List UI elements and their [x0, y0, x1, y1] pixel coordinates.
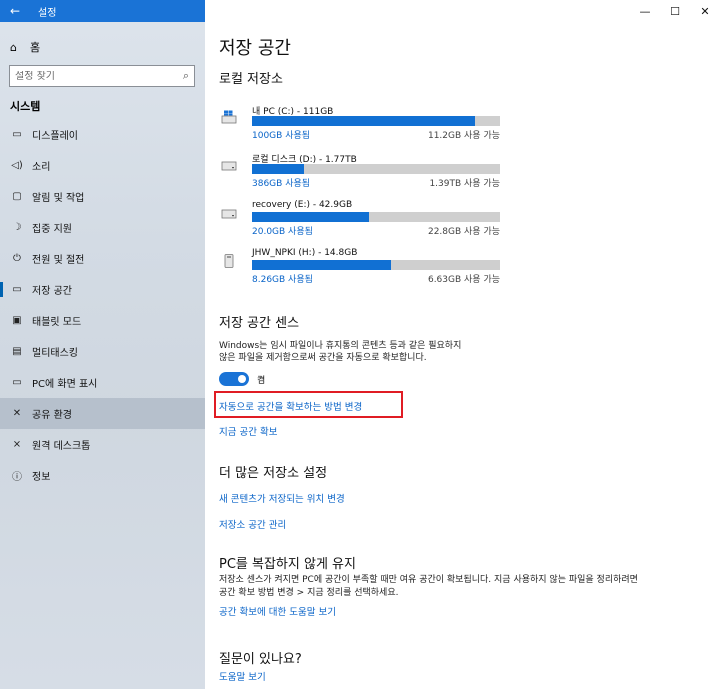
sidebar-item-label: PC에 화면 표시 [32, 379, 98, 390]
change-auto-free-link[interactable]: 자동으로 공간을 확보하는 방법 변경 [219, 399, 362, 413]
sidebar-item-display[interactable]: ▭ 디스플레이 [0, 119, 205, 150]
multitasking-icon: ▤ [12, 346, 22, 357]
info-icon: ⓘ [12, 472, 22, 483]
hard-drive-icon [221, 161, 237, 171]
maximize-button[interactable]: ☐ [660, 0, 690, 22]
search-input[interactable] [15, 70, 183, 82]
drive-c[interactable]: 내 PC (C:) - 111GB 100GB 사용됨 11.2GB 사용 가능 [221, 104, 511, 144]
sidebar-item-multitasking[interactable]: ▤ 멀티태스킹 [0, 336, 205, 367]
storage-sense-description-line2: 않은 파일을 제거함으로써 공간을 자동으로 확보합니다. [219, 353, 427, 363]
tablet-icon: ▣ [12, 315, 22, 326]
drive-free: 22.8GB 사용 가능 [427, 227, 500, 237]
drive-name: recovery (E:) - 42.9GB [252, 200, 353, 210]
main-content: 저장 공간 로컬 저장소 내 PC (C:) - 111GB 100GB 사용됨… [205, 22, 720, 689]
sidebar-item-label: 태블릿 모드 [32, 317, 82, 328]
focus-assist-icon: ☽ [12, 222, 22, 233]
drive-name: JHW_NPKI (H:) - 14.8GB [252, 248, 358, 258]
drive-used[interactable]: 20.0GB 사용됨 [252, 224, 313, 237]
sidebar: ← 설정 ⌂ 홈 ⌕ 시스템 ▭ 디스플레이 ◁) 소리 ▢ 알림 및 작업 ☽… [0, 0, 205, 689]
search-box[interactable]: ⌕ [9, 65, 195, 87]
app-title: 설정 [38, 7, 57, 19]
search-icon[interactable]: ⌕ [183, 69, 189, 83]
sidebar-item-label: 디스플레이 [32, 131, 78, 142]
page-title: 저장 공간 [219, 38, 291, 59]
drive-usage-bar [252, 164, 500, 174]
sidebar-item-home[interactable]: ⌂ 홈 [0, 36, 205, 58]
drive-usage-bar [252, 116, 500, 126]
notifications-icon: ▢ [12, 191, 22, 202]
toggle-state-label: 켬 [257, 376, 266, 386]
sidebar-item-about[interactable]: ⓘ 정보 [0, 460, 205, 491]
question-heading: 질문이 있나요? [219, 652, 302, 667]
drive-used[interactable]: 8.26GB 사용됨 [252, 272, 313, 285]
drive-free: 11.2GB 사용 가능 [427, 131, 500, 141]
sidebar-item-storage[interactable]: ▭ 저장 공간 [0, 274, 205, 305]
sidebar-item-focus-assist[interactable]: ☽ 집중 지원 [0, 212, 205, 243]
windows-drive-icon [221, 110, 237, 124]
storage-sense-toggle[interactable] [219, 372, 249, 386]
sidebar-item-label: 정보 [32, 472, 51, 483]
drive-usage-fill [252, 260, 391, 270]
sidebar-item-tablet-mode[interactable]: ▣ 태블릿 모드 [0, 305, 205, 336]
drive-usage-bar [252, 212, 500, 222]
manage-storage-spaces-link[interactable]: 저장소 공간 관리 [219, 517, 286, 531]
help-free-space-link[interactable]: 공간 확보에 대한 도움말 보기 [219, 604, 336, 618]
drive-usage-bar [252, 260, 500, 270]
sidebar-item-shared-experiences[interactable]: ✕ 공유 환경 [0, 398, 205, 429]
sidebar-item-label: 공유 환경 [32, 410, 72, 421]
usb-drive-icon [224, 254, 234, 268]
drive-usage-fill [252, 164, 305, 174]
storage-sense-heading: 저장 공간 센스 [219, 316, 300, 331]
back-arrow-icon[interactable]: ← [0, 0, 30, 22]
drive-h[interactable]: JHW_NPKI (H:) - 14.8GB 8.26GB 사용됨 6.63GB… [221, 248, 511, 288]
sidebar-item-label: 저장 공간 [32, 286, 72, 297]
shared-experiences-icon: ✕ [12, 408, 22, 419]
drive-free: 6.63GB 사용 가능 [427, 275, 500, 285]
sidebar-nav: ▭ 디스플레이 ◁) 소리 ▢ 알림 및 작업 ☽ 집중 지원 ⏻ 전원 및 절… [0, 119, 205, 491]
close-button[interactable]: ✕ [690, 0, 720, 22]
storage-icon: ▭ [12, 284, 22, 295]
local-storage-heading: 로컬 저장소 [219, 72, 283, 87]
home-label: 홈 [30, 41, 41, 54]
sidebar-item-label: 알림 및 작업 [32, 193, 85, 204]
title-bar: ← 설정 [0, 0, 205, 22]
change-save-location-link[interactable]: 새 콘텐츠가 저장되는 위치 변경 [219, 491, 345, 505]
drive-d[interactable]: 로컬 디스크 (D:) - 1.77TB 386GB 사용됨 1.39TB 사용… [221, 152, 511, 192]
sidebar-item-label: 멀티태스킹 [32, 348, 78, 359]
free-space-now-link[interactable]: 지금 공간 확보 [219, 424, 277, 438]
get-help-link[interactable]: 도움말 보기 [219, 669, 266, 683]
storage-sense-description-line1: Windows는 임시 파일이나 휴지통의 콘텐츠 등과 같은 필요하지 [219, 341, 462, 351]
power-icon: ⏻ [13, 253, 21, 264]
sidebar-item-label: 원격 데스크톱 [32, 441, 91, 452]
project-icon: ▭ [12, 377, 22, 388]
more-storage-settings-heading: 더 많은 저장소 설정 [219, 466, 328, 481]
sidebar-item-remote-desktop[interactable]: ⨯ 원격 데스크톱 [0, 429, 205, 460]
remote-desktop-icon: ⨯ [12, 439, 22, 450]
toggle-knob [238, 375, 246, 383]
display-icon: ▭ [12, 129, 22, 140]
sidebar-item-label: 전원 및 절전 [32, 255, 85, 266]
sidebar-item-project[interactable]: ▭ PC에 화면 표시 [0, 367, 205, 398]
drive-usage-fill [252, 212, 369, 222]
sidebar-item-power[interactable]: ⏻ 전원 및 절전 [0, 243, 205, 274]
drive-e[interactable]: recovery (E:) - 42.9GB 20.0GB 사용됨 22.8GB… [221, 200, 511, 240]
drive-used[interactable]: 386GB 사용됨 [252, 176, 310, 189]
drive-free: 1.39TB 사용 가능 [429, 179, 500, 189]
sidebar-item-label: 집중 지원 [32, 224, 72, 235]
home-icon: ⌂ [10, 40, 17, 54]
sidebar-item-notifications[interactable]: ▢ 알림 및 작업 [0, 181, 205, 212]
hard-drive-icon [221, 209, 237, 219]
declutter-description-line1: 저장소 센스가 켜지면 PC에 공간이 부족할 때만 여유 공간이 확보됩니다.… [219, 575, 638, 585]
drive-usage-fill [252, 116, 476, 126]
window-controls: — ☐ ✕ [630, 0, 720, 22]
declutter-heading: PC를 복잡하지 않게 유지 [219, 557, 356, 572]
drive-used[interactable]: 100GB 사용됨 [252, 128, 310, 141]
minimize-button[interactable]: — [630, 0, 660, 22]
section-label-system: 시스템 [10, 100, 41, 113]
sidebar-item-label: 소리 [32, 162, 51, 173]
sound-icon: ◁) [11, 160, 23, 171]
sidebar-item-sound[interactable]: ◁) 소리 [0, 150, 205, 181]
declutter-description-line2: 공간 확보 방법 변경 > 지금 정리를 선택하세요. [219, 588, 399, 598]
